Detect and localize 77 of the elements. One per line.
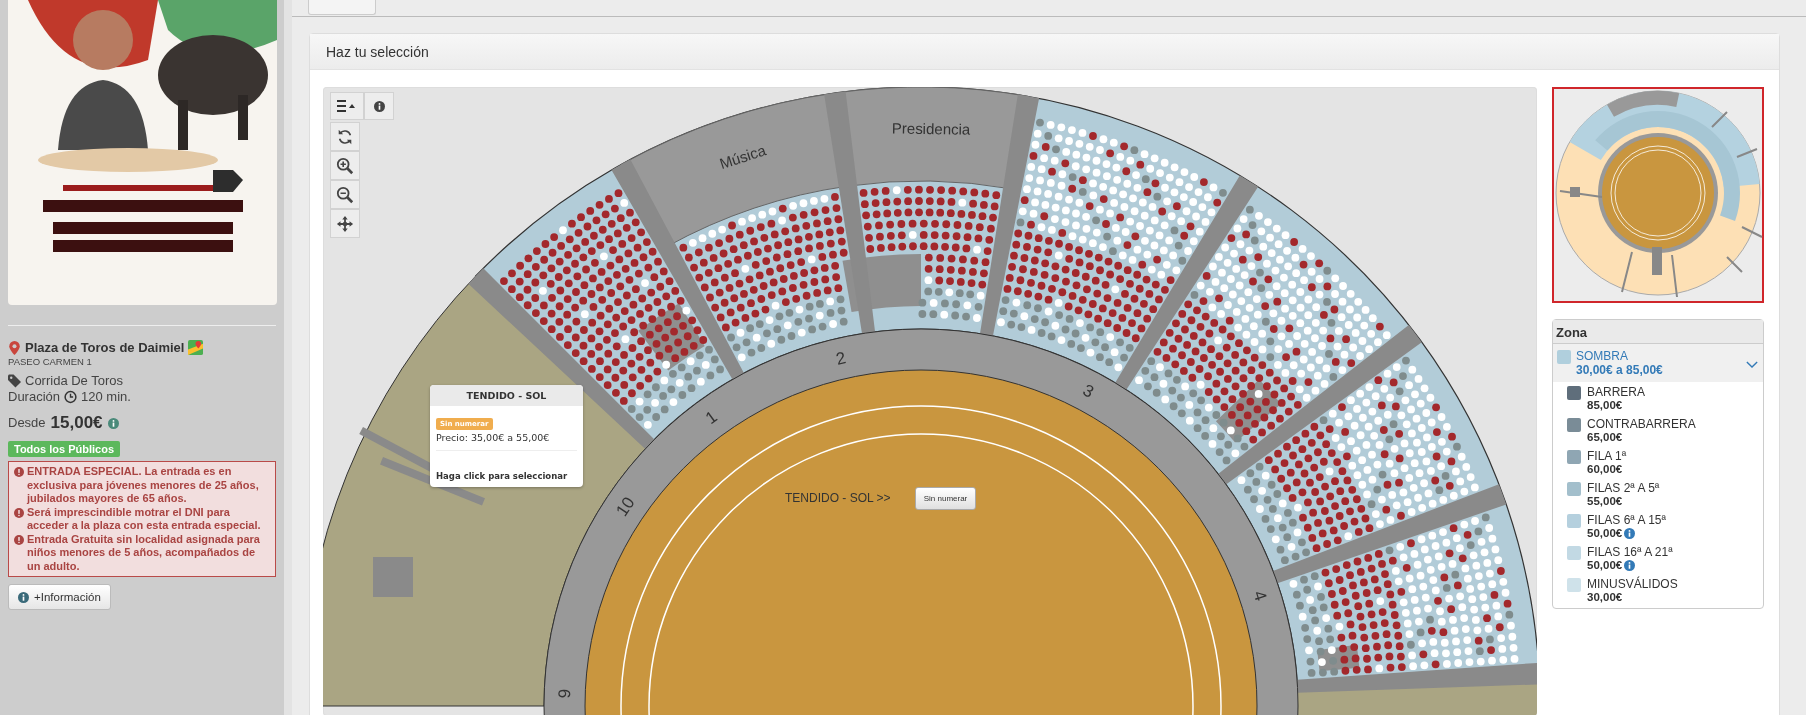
sector-number: 9 (555, 688, 575, 699)
sector-number: 3 (1079, 380, 1097, 402)
price-category[interactable]: MINUSVÁLIDOS 30,00€ (1553, 574, 1763, 606)
info-icon[interactable] (1624, 528, 1636, 539)
clock-icon (64, 390, 78, 404)
sector-number: 4 (1249, 588, 1271, 604)
price-from: 15,00€ (50, 415, 103, 431)
zone-label: TENDIDO - SOL >> (785, 491, 891, 505)
more-info-button[interactable]: +Información (8, 584, 111, 610)
price-category[interactable]: FILAS 2ª A 5ª 55,00€ (1553, 478, 1763, 510)
price-category[interactable]: CONTRABARRERA 65,00€ (1553, 414, 1763, 446)
zone-group-header[interactable]: SOMBRA 30,00€ a 85,00€ (1553, 344, 1763, 382)
category-price: 50,00€ (1587, 527, 1623, 540)
notice-text: Será imprescindible motrar el DNI para acceder a la plaza con esta entrada especial. (27, 505, 262, 533)
category-name: FILAS 16ª A 21ª (1587, 545, 1673, 559)
event-type: Corrida De Toros (25, 373, 124, 389)
location-pin-icon (8, 340, 21, 355)
move-icon (336, 214, 354, 233)
info-icon[interactable] (1624, 560, 1636, 571)
move-button[interactable] (330, 209, 360, 238)
audience-badge: Todos los Públicos (8, 441, 121, 457)
price-category[interactable]: BARRERA 85,00€ (1553, 382, 1763, 414)
category-name: FILAS 2ª A 5ª (1587, 481, 1660, 495)
stand-label: Música (717, 141, 768, 173)
tooltip-title: TENDIDO - SOL (430, 385, 583, 406)
zoom-out-button[interactable] (330, 180, 360, 209)
venue-address: PASEO CARMEN 1 (8, 356, 93, 367)
sector-number: 1 (702, 407, 721, 429)
price-category[interactable]: FILA 1ª 60,00€ (1553, 446, 1763, 478)
duration: 120 min. (81, 389, 131, 405)
zone-panel-title: Zona (1553, 320, 1763, 344)
price-category[interactable]: FILAS 6ª A 15ª 50,00€ (1553, 510, 1763, 542)
category-name: BARRERA (1587, 385, 1645, 399)
category-name: FILAS 6ª A 15ª (1587, 513, 1666, 527)
category-name: MINUSVÁLIDOS (1587, 577, 1678, 591)
stand-label: Presidencia (891, 119, 971, 138)
info-icon (373, 100, 385, 112)
exclamation-icon (14, 534, 24, 545)
bullring-drawing[interactable] (323, 87, 1537, 715)
zone-price: 30,00€ a 85,00€ (1576, 363, 1664, 377)
menu-icon (337, 100, 357, 112)
minimap-drawing[interactable] (1552, 87, 1764, 303)
category-price: 55,00€ (1587, 495, 1623, 508)
tooltip-hint: Haga click para seleccionar (436, 471, 569, 481)
sector-number: 10 (612, 493, 639, 520)
zoom-in-button[interactable] (330, 151, 360, 180)
price-from-label: Desde (8, 415, 46, 431)
refresh-icon (336, 127, 354, 146)
unnumbered-button[interactable]: Sin numerar (915, 487, 976, 510)
category-price: 50,00€ (1587, 559, 1623, 572)
map-icon[interactable] (188, 340, 204, 355)
price-category[interactable]: FILAS 16ª A 21ª 50,00€ (1553, 542, 1763, 574)
info-icon (18, 591, 29, 603)
zoom-out-icon (336, 185, 354, 204)
info-button[interactable] (364, 92, 394, 120)
info-icon[interactable] (107, 417, 119, 429)
venue-name: Plaza de Toros de Daimiel (25, 340, 185, 355)
zone-name: SOMBRA (1576, 349, 1629, 363)
category-price: 30,00€ (1587, 591, 1623, 604)
exclamation-icon (14, 507, 24, 518)
category-price: 65,00€ (1587, 431, 1623, 444)
tooltip-price: Precio: 35,00€ a 55,00€ (436, 432, 551, 443)
refresh-button[interactable] (330, 122, 360, 151)
chevron-icon[interactable] (1746, 360, 1758, 369)
notice-text: Entrada Gratuita sin localidad asignada para niños menores de 5 años, acompañados de un adulto. (27, 532, 261, 573)
category-price: 60,00€ (1587, 463, 1623, 476)
menu-button[interactable] (330, 92, 364, 120)
zoom-in-icon (336, 156, 354, 175)
notice-text: ENTRADA ESPECIAL. La entrada es en exclusiva para jóvenes menores de 25 años, jubilados mayores de 65 años. (27, 465, 260, 506)
category-price: 85,00€ (1587, 399, 1623, 412)
duration-label: Duración (8, 389, 61, 405)
panel-title: Haz tu selección (326, 43, 429, 60)
category-name: CONTRABARRERA (1587, 417, 1696, 431)
exclamation-icon (14, 467, 24, 477)
tag-icon (8, 374, 21, 388)
sector-number: 2 (834, 348, 848, 369)
category-name: FILA 1ª (1587, 449, 1627, 463)
